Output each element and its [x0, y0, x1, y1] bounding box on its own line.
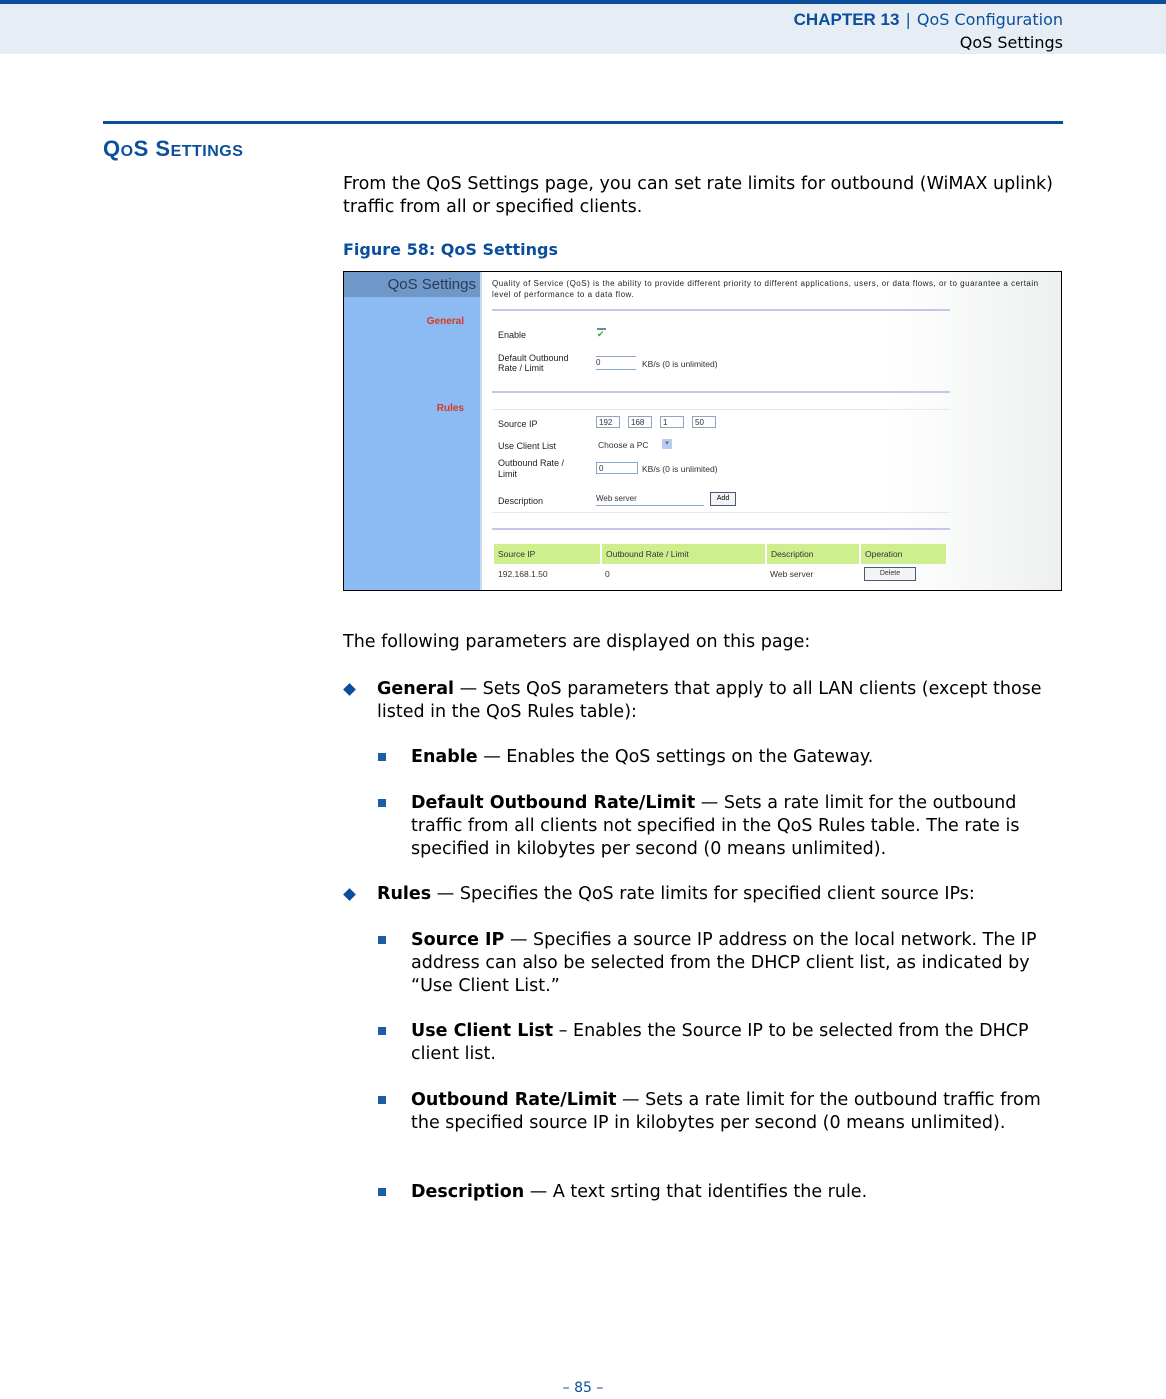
cell-description: Web server — [770, 569, 814, 579]
term: Enable — [411, 747, 478, 767]
figure-divider — [492, 512, 950, 513]
figure-caption: Figure 58: QoS Settings — [343, 240, 559, 259]
figure-main-panel: Quality of Service (QoS) is the ability … — [482, 272, 1061, 590]
cell-rate: 0 — [605, 569, 610, 579]
column-header: Outbound Rate / Limit — [601, 544, 767, 564]
add-button[interactable]: Add — [710, 492, 736, 506]
source-ip-octet-3[interactable]: 1 — [660, 416, 684, 428]
figure-divider — [492, 528, 950, 530]
figure-divider — [492, 309, 950, 311]
default-rate-unit: KB/s (0 is unlimited) — [642, 359, 718, 369]
list-item-description: Description — A text srting that identif… — [411, 1181, 1063, 1204]
figure-sidebar-link-general[interactable]: General — [427, 316, 464, 327]
description-label: Description — [498, 496, 544, 506]
source-ip-octet-1[interactable]: 192 — [596, 416, 620, 428]
list-item-outbound-rate: Outbound Rate/Limit — Sets a rate limit … — [411, 1089, 1063, 1135]
definition: — Specifies a source IP address on the l… — [411, 930, 1037, 996]
header-section: QoS Settings — [959, 33, 1063, 52]
term: Description — [411, 1182, 525, 1202]
square-bullet-icon — [378, 1096, 386, 1104]
list-item-default-rate: Default Outbound Rate/Limit — Sets a rat… — [411, 792, 1063, 861]
default-rate-label-1: Default Outbound — [498, 353, 569, 363]
title-part: S — [155, 136, 171, 161]
title-part: ETTINGS — [170, 143, 244, 160]
delete-button[interactable]: Delete — [864, 567, 916, 581]
default-rate-input[interactable]: 0 — [596, 356, 636, 370]
figure-sidebar-link-rules[interactable]: Rules — [437, 403, 464, 414]
square-bullet-icon — [378, 1188, 386, 1196]
term: Source IP — [411, 930, 505, 950]
term: Rules — [377, 884, 432, 904]
column-header: Description — [766, 544, 861, 564]
running-header: CHAPTER 13 | QoS Configuration QoS Setting… — [0, 0, 1166, 54]
list-item-enable: Enable — Enables the QoS settings on the… — [411, 746, 1063, 769]
figure-qos-settings: QoS Settings General Rules Quality of Se… — [343, 271, 1062, 591]
section-title: QOS SETTINGS — [103, 136, 243, 162]
diamond-bullet-icon — [343, 888, 357, 902]
source-ip-octet-2[interactable]: 168 — [628, 416, 652, 428]
header-chapter-line: CHAPTER 13 | QoS Configuration — [794, 10, 1063, 30]
rate-input[interactable]: 0 — [596, 462, 638, 474]
figure-description: Quality of Service (QoS) is the ability … — [492, 279, 1039, 299]
figure-sidebar-title: QoS Settings — [344, 272, 480, 297]
term: General — [377, 679, 454, 699]
list-item-rules: Rules — Specifies the QoS rate limits fo… — [377, 883, 1063, 906]
figure-divider — [492, 391, 950, 393]
square-bullet-icon — [378, 799, 386, 807]
square-bullet-icon — [378, 753, 386, 761]
column-header: Operation — [860, 544, 948, 564]
enable-checkbox[interactable]: ✔ — [597, 328, 606, 339]
params-intro: The following parameters are displayed o… — [343, 632, 811, 652]
default-rate-label-2: Rate / Limit — [498, 363, 544, 373]
source-ip-label: Source IP — [498, 419, 538, 429]
enable-label: Enable — [498, 330, 527, 340]
use-client-list-label: Use Client List — [498, 441, 557, 451]
figure-sidebar: QoS Settings General Rules — [344, 272, 482, 590]
diamond-bullet-icon — [343, 683, 357, 697]
page-number: – 85 – — [562, 1380, 604, 1396]
header-separator: | — [905, 10, 911, 29]
term: Use Client List — [411, 1021, 554, 1041]
list-item-use-client-list: Use Client List – Enables the Source IP … — [411, 1020, 1063, 1066]
intro-paragraph: From the QoS Settings page, you can set … — [343, 174, 1053, 217]
list-item-general: General — Sets QoS parameters that apply… — [377, 678, 1063, 724]
definition: — Specifies the QoS rate limits for spec… — [431, 884, 975, 904]
title-part: S — [133, 136, 156, 161]
rate-label-2: Limit — [498, 469, 518, 479]
column-header: Source IP — [494, 544, 602, 564]
chevron-down-icon[interactable]: ▾ — [662, 439, 672, 449]
rules-table-header: Source IP Outbound Rate / Limit Descript… — [494, 544, 948, 564]
title-part: Q — [103, 136, 121, 161]
definition: — A text srting that identifies the rule… — [524, 1182, 868, 1202]
rules-table: Source IP Outbound Rate / Limit Descript… — [494, 544, 948, 584]
definition: — Enables the QoS settings on the Gatewa… — [477, 747, 874, 767]
description-input[interactable]: Web server — [596, 493, 704, 506]
checkmark-icon: ✔ — [597, 329, 605, 339]
term: Default Outbound Rate/Limit — [411, 793, 696, 813]
cell-operation: Delete — [860, 564, 947, 584]
square-bullet-icon — [378, 1027, 386, 1035]
title-part: O — [120, 143, 134, 160]
rate-unit: KB/s (0 is unlimited) — [642, 464, 718, 474]
use-client-list-select[interactable]: Choose a PC — [598, 440, 649, 450]
definition: — Sets QoS parameters that apply to all … — [377, 679, 1042, 722]
section-divider — [103, 121, 1063, 124]
table-row: 192.168.1.50 0 Web server Delete — [494, 564, 947, 584]
term: Outbound Rate/Limit — [411, 1090, 617, 1110]
cell-source-ip: 192.168.1.50 — [498, 569, 548, 579]
square-bullet-icon — [378, 936, 386, 944]
header-chapter: CHAPTER 13 — [793, 10, 900, 29]
header-chapter-title: QoS Configuration — [916, 10, 1063, 29]
list-item-source-ip: Source IP — Specifies a source IP addres… — [411, 929, 1063, 998]
rate-label-1: Outbound Rate / — [498, 458, 565, 468]
source-ip-octet-4[interactable]: 50 — [692, 416, 716, 428]
figure-divider — [492, 409, 950, 410]
